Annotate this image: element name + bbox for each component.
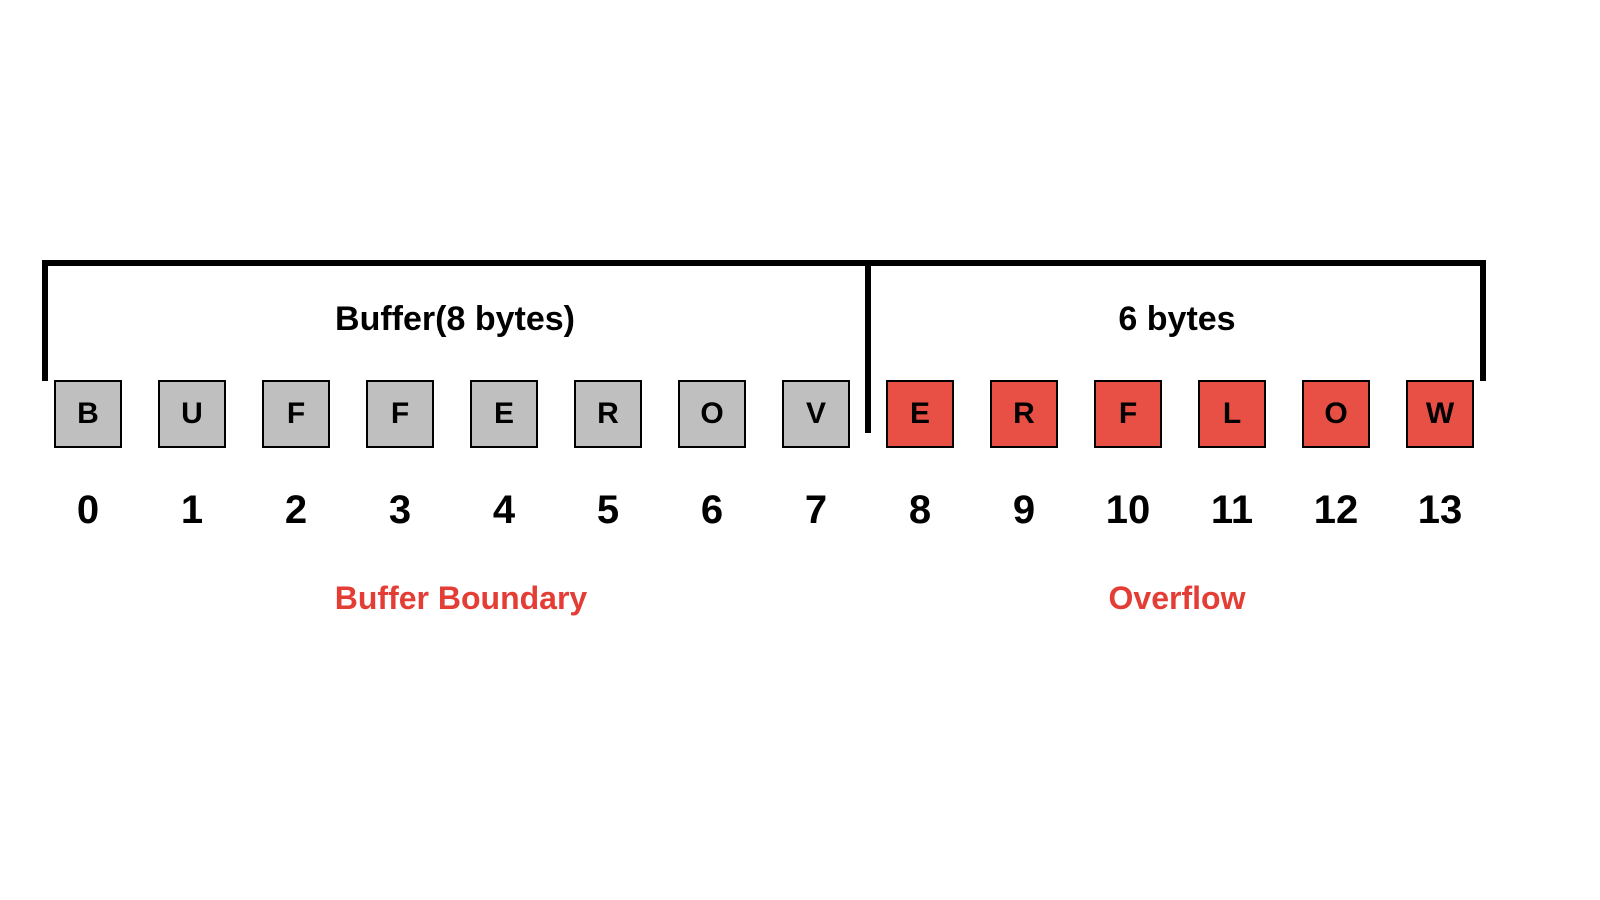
byte-index-0: 0 [48,488,128,533]
byte-index-4: 4 [464,488,544,533]
byte-cell-7: V [782,380,850,448]
byte-index-1: 1 [152,488,232,533]
byte-index-6: 6 [672,488,752,533]
byte-index-3: 3 [360,488,440,533]
byte-cell-13: W [1406,380,1474,448]
byte-index-10: 10 [1088,488,1168,533]
byte-cell-0: B [54,380,122,448]
byte-index-8: 8 [880,488,960,533]
byte-cell-4: E [470,380,538,448]
byte-cell-6: O [678,380,746,448]
byte-cell-2: F [262,380,330,448]
bracket-tick-mid [865,263,871,433]
byte-index-2: 2 [256,488,336,533]
byte-cell-3: F [366,380,434,448]
byte-cell-11: L [1198,380,1266,448]
region-label-buffer: Buffer Boundary [54,580,868,617]
byte-cell-8: E [886,380,954,448]
byte-cell-1: U [158,380,226,448]
bracket-label-right: 6 bytes [868,300,1486,339]
bracket-bar: Buffer(8 bytes) 6 bytes [42,260,1486,380]
byte-index-5: 5 [568,488,648,533]
byte-index-11: 11 [1192,488,1272,533]
byte-index-13: 13 [1400,488,1480,533]
byte-cell-9: R [990,380,1058,448]
byte-cell-10: F [1094,380,1162,448]
byte-index-7: 7 [776,488,856,533]
byte-index-9: 9 [984,488,1064,533]
bracket-label-left: Buffer(8 bytes) [42,300,868,339]
byte-index-12: 12 [1296,488,1376,533]
byte-cell-12: O [1302,380,1370,448]
byte-cell-5: R [574,380,642,448]
diagram-stage: Buffer(8 bytes) 6 bytes B0U1F2F3E4R5O6V7… [0,0,1600,900]
region-label-overflow: Overflow [868,580,1486,617]
